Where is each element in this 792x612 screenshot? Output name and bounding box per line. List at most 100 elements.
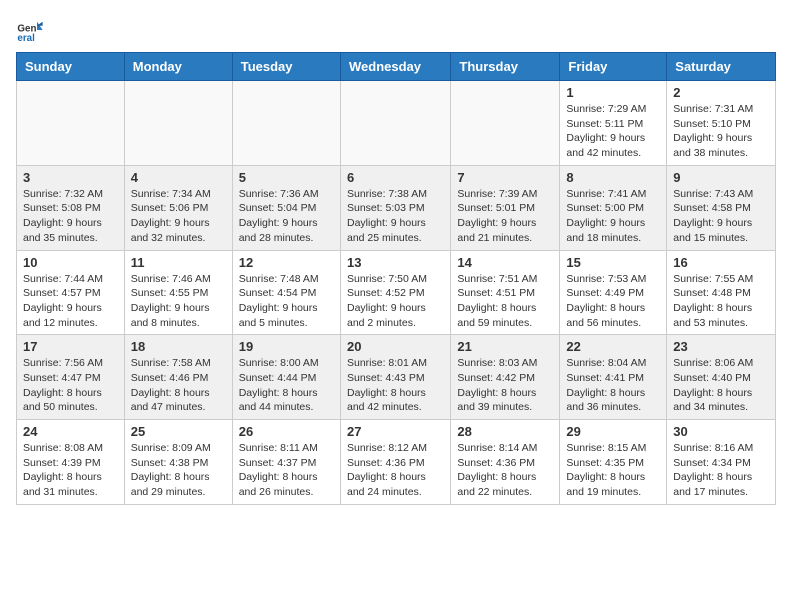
day-number: 30 — [673, 424, 769, 439]
day-info: Sunrise: 8:15 AM Sunset: 4:35 PM Dayligh… — [566, 441, 660, 500]
calendar-cell: 1Sunrise: 7:29 AM Sunset: 5:11 PM Daylig… — [560, 81, 667, 166]
day-number: 18 — [131, 339, 226, 354]
calendar-cell: 19 Sunrise: 8:00 AM Sunset: 4:44 PM Dayli… — [232, 335, 340, 420]
day-info: Sunrise: 7:41 AM Sunset: 5:00 PM Dayligh… — [566, 187, 660, 246]
day-info: Sunrise: 7:50 AM Sunset: 4:52 PM Dayligh… — [347, 272, 444, 331]
day-info: Sunrise: 7:53 AM Sunset: 4:49 PM Dayligh… — [566, 272, 660, 331]
calendar-cell: 5Sunrise: 7:36 AM Sunset: 5:04 PM Daylig… — [232, 165, 340, 250]
calendar-cell: 27 Sunrise: 8:12 AM Sunset: 4:36 PM Dayli… — [340, 420, 450, 505]
calendar-cell: 29 Sunrise: 8:15 AM Sunset: 4:35 PM Dayli… — [560, 420, 667, 505]
header: Gen eral — [16, 16, 776, 44]
calendar-cell: 11 Sunrise: 7:46 AM Sunset: 4:55 PM Dayli… — [124, 250, 232, 335]
calendar-cell: 17 Sunrise: 7:56 AM Sunset: 4:47 PM Dayli… — [17, 335, 125, 420]
day-info: Sunrise: 7:39 AM Sunset: 5:01 PM Dayligh… — [457, 187, 553, 246]
week-row-4: 17 Sunrise: 7:56 AM Sunset: 4:47 PM Dayli… — [17, 335, 776, 420]
calendar-cell: 22Sunrise: 8:04 AM Sunset: 4:41 PM Dayli… — [560, 335, 667, 420]
day-number: 13 — [347, 255, 444, 270]
day-info: Sunrise: 8:06 AM Sunset: 4:40 PM Dayligh… — [673, 356, 769, 415]
day-number: 25 — [131, 424, 226, 439]
day-info: Sunrise: 7:58 AM Sunset: 4:46 PM Dayligh… — [131, 356, 226, 415]
calendar-header-thursday: Thursday — [451, 53, 560, 81]
calendar-cell: 15 Sunrise: 7:53 AM Sunset: 4:49 PM Dayli… — [560, 250, 667, 335]
day-info: Sunrise: 7:31 AM Sunset: 5:10 PM Dayligh… — [673, 102, 769, 161]
day-info: Sunrise: 8:09 AM Sunset: 4:38 PM Dayligh… — [131, 441, 226, 500]
day-number: 26 — [239, 424, 334, 439]
day-number: 3 — [23, 170, 118, 185]
day-info: Sunrise: 7:55 AM Sunset: 4:48 PM Dayligh… — [673, 272, 769, 331]
day-number: 8 — [566, 170, 660, 185]
day-number: 29 — [566, 424, 660, 439]
day-info: Sunrise: 7:32 AM Sunset: 5:08 PM Dayligh… — [23, 187, 118, 246]
calendar-cell — [17, 81, 125, 166]
day-number: 17 — [23, 339, 118, 354]
calendar-cell — [451, 81, 560, 166]
day-info: Sunrise: 8:16 AM Sunset: 4:34 PM Dayligh… — [673, 441, 769, 500]
day-info: Sunrise: 7:56 AM Sunset: 4:47 PM Dayligh… — [23, 356, 118, 415]
svg-text:eral: eral — [17, 33, 35, 44]
day-number: 21 — [457, 339, 553, 354]
calendar-cell — [340, 81, 450, 166]
calendar-header-saturday: Saturday — [667, 53, 776, 81]
day-info: Sunrise: 7:43 AM Sunset: 4:58 PM Dayligh… — [673, 187, 769, 246]
day-number: 7 — [457, 170, 553, 185]
calendar-cell: 20 Sunrise: 8:01 AM Sunset: 4:43 PM Dayli… — [340, 335, 450, 420]
day-number: 5 — [239, 170, 334, 185]
calendar-cell: 14 Sunrise: 7:51 AM Sunset: 4:51 PM Dayli… — [451, 250, 560, 335]
week-row-3: 10 Sunrise: 7:44 AM Sunset: 4:57 PM Dayli… — [17, 250, 776, 335]
day-number: 20 — [347, 339, 444, 354]
calendar-cell: 9 Sunrise: 7:43 AM Sunset: 4:58 PM Daylig… — [667, 165, 776, 250]
calendar-header-monday: Monday — [124, 53, 232, 81]
calendar-cell: 10 Sunrise: 7:44 AM Sunset: 4:57 PM Dayli… — [17, 250, 125, 335]
day-number: 24 — [23, 424, 118, 439]
day-number: 11 — [131, 255, 226, 270]
calendar-cell: 26Sunrise: 8:11 AM Sunset: 4:37 PM Dayli… — [232, 420, 340, 505]
day-info: Sunrise: 7:46 AM Sunset: 4:55 PM Dayligh… — [131, 272, 226, 331]
week-row-2: 3 Sunrise: 7:32 AM Sunset: 5:08 PM Daylig… — [17, 165, 776, 250]
day-number: 15 — [566, 255, 660, 270]
day-info: Sunrise: 7:34 AM Sunset: 5:06 PM Dayligh… — [131, 187, 226, 246]
day-number: 14 — [457, 255, 553, 270]
calendar-header-friday: Friday — [560, 53, 667, 81]
day-number: 9 — [673, 170, 769, 185]
logo: Gen eral — [16, 16, 48, 44]
calendar-cell: 8 Sunrise: 7:41 AM Sunset: 5:00 PM Daylig… — [560, 165, 667, 250]
calendar-cell: 13 Sunrise: 7:50 AM Sunset: 4:52 PM Dayli… — [340, 250, 450, 335]
calendar-header-wednesday: Wednesday — [340, 53, 450, 81]
calendar-header-row: SundayMondayTuesdayWednesdayThursdayFrid… — [17, 53, 776, 81]
day-number: 16 — [673, 255, 769, 270]
day-number: 2 — [673, 85, 769, 100]
calendar-cell: 23Sunrise: 8:06 AM Sunset: 4:40 PM Dayli… — [667, 335, 776, 420]
day-info: Sunrise: 8:12 AM Sunset: 4:36 PM Dayligh… — [347, 441, 444, 500]
day-info: Sunrise: 8:00 AM Sunset: 4:44 PM Dayligh… — [239, 356, 334, 415]
day-info: Sunrise: 7:51 AM Sunset: 4:51 PM Dayligh… — [457, 272, 553, 331]
day-number: 19 — [239, 339, 334, 354]
day-info: Sunrise: 8:03 AM Sunset: 4:42 PM Dayligh… — [457, 356, 553, 415]
day-number: 27 — [347, 424, 444, 439]
calendar-cell: 21 Sunrise: 8:03 AM Sunset: 4:42 PM Dayli… — [451, 335, 560, 420]
day-number: 28 — [457, 424, 553, 439]
calendar-cell: 24 Sunrise: 8:08 AM Sunset: 4:39 PM Dayli… — [17, 420, 125, 505]
day-info: Sunrise: 7:44 AM Sunset: 4:57 PM Dayligh… — [23, 272, 118, 331]
calendar-cell: 18 Sunrise: 7:58 AM Sunset: 4:46 PM Dayli… — [124, 335, 232, 420]
day-info: Sunrise: 8:08 AM Sunset: 4:39 PM Dayligh… — [23, 441, 118, 500]
calendar-cell: 3 Sunrise: 7:32 AM Sunset: 5:08 PM Daylig… — [17, 165, 125, 250]
calendar-header-sunday: Sunday — [17, 53, 125, 81]
day-info: Sunrise: 8:01 AM Sunset: 4:43 PM Dayligh… — [347, 356, 444, 415]
calendar-cell: 7 Sunrise: 7:39 AM Sunset: 5:01 PM Daylig… — [451, 165, 560, 250]
calendar-cell: 12 Sunrise: 7:48 AM Sunset: 4:54 PM Dayli… — [232, 250, 340, 335]
calendar-cell: 4 Sunrise: 7:34 AM Sunset: 5:06 PM Daylig… — [124, 165, 232, 250]
calendar-cell: 30 Sunrise: 8:16 AM Sunset: 4:34 PM Dayli… — [667, 420, 776, 505]
day-number: 4 — [131, 170, 226, 185]
calendar-cell: 28Sunrise: 8:14 AM Sunset: 4:36 PM Dayli… — [451, 420, 560, 505]
calendar-header-tuesday: Tuesday — [232, 53, 340, 81]
calendar-cell: 16 Sunrise: 7:55 AM Sunset: 4:48 PM Dayli… — [667, 250, 776, 335]
calendar-cell: 6Sunrise: 7:38 AM Sunset: 5:03 PM Daylig… — [340, 165, 450, 250]
day-number: 12 — [239, 255, 334, 270]
week-row-1: 1Sunrise: 7:29 AM Sunset: 5:11 PM Daylig… — [17, 81, 776, 166]
logo-icon: Gen eral — [16, 16, 44, 44]
day-number: 22 — [566, 339, 660, 354]
calendar-cell: 25 Sunrise: 8:09 AM Sunset: 4:38 PM Dayli… — [124, 420, 232, 505]
calendar-cell — [232, 81, 340, 166]
day-info: Sunrise: 7:48 AM Sunset: 4:54 PM Dayligh… — [239, 272, 334, 331]
day-number: 10 — [23, 255, 118, 270]
